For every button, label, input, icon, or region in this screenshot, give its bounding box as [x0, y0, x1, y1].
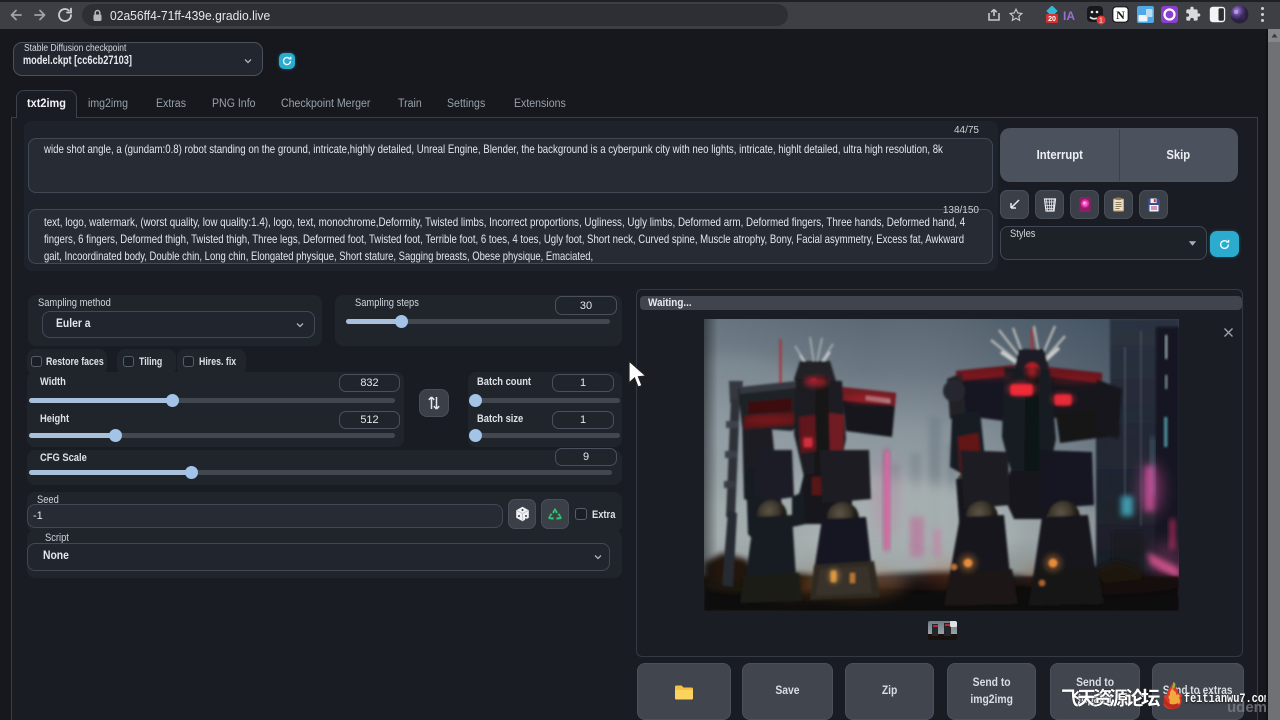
- svg-text:20: 20: [1048, 16, 1056, 23]
- svg-text:N: N: [1116, 8, 1125, 22]
- svg-text:1: 1: [1099, 18, 1103, 25]
